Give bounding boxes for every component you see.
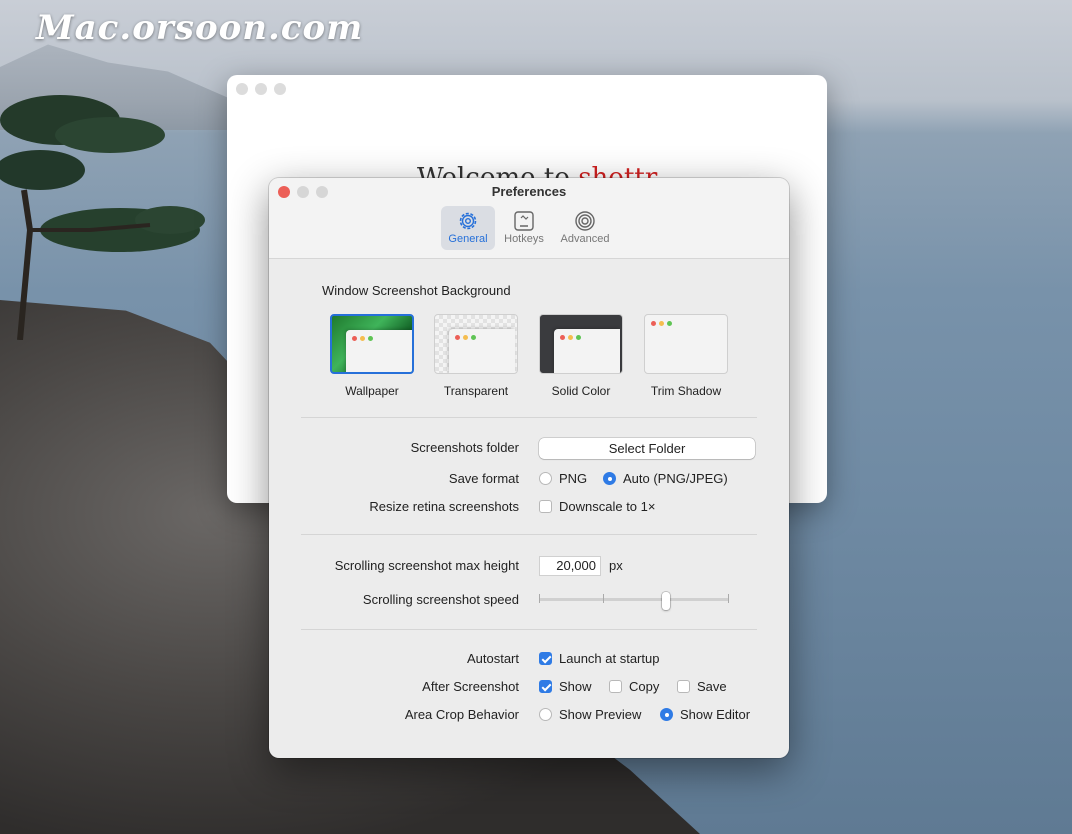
speed-label: Scrolling screenshot speed [362,592,519,607]
show-editor-radio[interactable]: Show Editor [660,707,750,722]
format-png-radio[interactable]: PNG [539,471,587,486]
mini-window [346,330,412,372]
bg-option-label: Solid Color [551,384,611,398]
solid-color-thumbnail [539,314,623,374]
slider-tick [539,594,540,603]
divider [301,534,757,535]
format-auto-radio[interactable]: Auto (PNG/JPEG) [603,471,728,486]
launch-at-startup-checkbox[interactable]: Launch at startup [539,651,659,666]
slider-track [539,598,729,601]
tab-hotkeys[interactable]: Hotkeys [497,206,551,250]
keyboard-icon [514,211,534,231]
radio-control[interactable] [603,472,616,485]
bg-option-label: Trim Shadow [650,384,722,398]
retina-label: Resize retina screenshots [369,499,519,514]
wallpaper-thumbnail [330,314,414,374]
downscale-checkbox[interactable]: Downscale to 1× [539,499,655,514]
tab-general-label: General [448,233,488,245]
checkbox-control[interactable] [609,680,622,693]
bg-option-label: Wallpaper [345,384,399,398]
zoom-button-inactive[interactable] [274,83,286,95]
cypress-tree [0,95,205,340]
tab-hotkeys-label: Hotkeys [504,233,544,245]
divider [301,417,757,418]
window-title: Preferences [491,184,567,199]
checkbox-label: Copy [629,679,660,694]
after-screenshot-label: After Screenshot [422,679,519,694]
mini-window [449,329,515,373]
select-folder-button[interactable]: Select Folder [539,438,755,459]
tab-advanced[interactable]: Advanced [557,206,613,250]
bg-option-trim-shadow[interactable]: Trim Shadow [643,314,729,398]
bg-option-label: Transparent [443,384,509,398]
speed-slider[interactable] [539,590,729,610]
show-preview-radio[interactable]: Show Preview [539,707,641,722]
close-button-inactive[interactable] [236,83,248,95]
show-checkbox[interactable]: Show [539,679,592,694]
radio-label: Show Preview [559,707,642,722]
gear-icon [459,212,477,230]
watermark-text: Mac.orsoon.com [36,8,364,48]
crop-behavior-label: Area Crop Behavior [404,707,519,722]
background-section-title: Window Screenshot Background [322,283,511,298]
save-format-label: Save format [448,471,519,486]
mini-window [554,329,620,373]
preferences-window: Preferences General Hotkeys Advanced Win… [269,178,789,758]
checkbox-label: Save [697,679,727,694]
checkbox-label: Show [559,679,592,694]
slider-tick [603,594,604,603]
checkbox-control[interactable] [677,680,690,693]
toolbar: Preferences General Hotkeys Advanced [269,178,789,259]
tab-advanced-label: Advanced [560,233,610,245]
bg-option-transparent[interactable]: Transparent [433,314,519,398]
spiral-icon [575,211,595,231]
bg-option-solid-color[interactable]: Solid Color [538,314,624,398]
radio-control[interactable] [660,708,673,721]
save-checkbox[interactable]: Save [677,679,727,694]
checkbox-label: Downscale to 1× [559,499,656,514]
radio-control[interactable] [539,708,552,721]
checkbox-label: Launch at startup [559,651,660,666]
radio-control[interactable] [539,472,552,485]
folder-label: Screenshots folder [410,440,519,455]
copy-checkbox[interactable]: Copy [609,679,659,694]
trim-shadow-thumbnail [644,314,728,374]
radio-label: Show Editor [680,707,751,722]
radio-label: Auto (PNG/JPEG) [623,471,728,486]
divider [301,629,757,630]
tab-general[interactable]: General [441,206,495,250]
checkbox-control[interactable] [539,680,552,693]
px-unit-label: px [609,558,623,573]
autostart-label: Autostart [466,651,519,666]
checkbox-control[interactable] [539,652,552,665]
slider-tick [728,594,729,603]
radio-label: PNG [559,471,588,486]
minimize-button-inactive[interactable] [255,83,267,95]
bg-option-wallpaper[interactable]: Wallpaper [329,314,415,398]
slider-knob[interactable] [662,592,671,610]
checkbox-control[interactable] [539,500,552,513]
transparent-thumbnail [434,314,518,374]
max-height-input[interactable]: 20,000 [539,556,601,576]
max-height-label: Scrolling screenshot max height [334,558,519,573]
